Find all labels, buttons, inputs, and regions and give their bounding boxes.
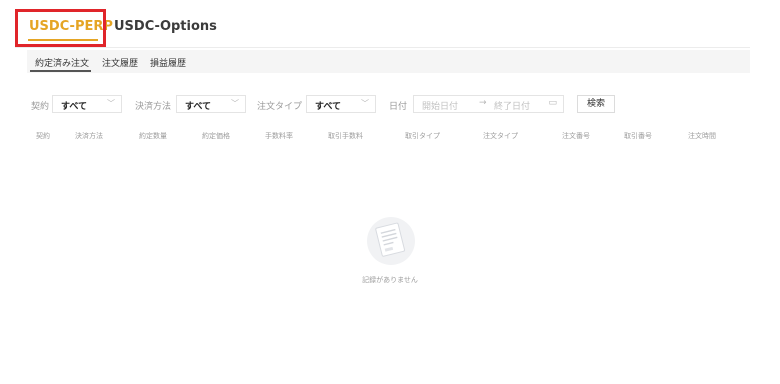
chevron-down-icon: ﹀: [361, 99, 369, 108]
column-header-filled-price: 約定価格: [202, 132, 230, 140]
tab-divider: [15, 47, 750, 48]
arrow-right-icon: →: [479, 98, 487, 108]
date-filter-label: 日付: [389, 102, 408, 112]
chevron-down-icon: ﹀: [231, 99, 239, 108]
subtab-pnl-history[interactable]: 損益履歴: [150, 56, 186, 69]
column-header-order-type: 注文タイプ: [483, 132, 518, 140]
column-header-order-id: 注文番号: [562, 132, 590, 140]
order-type-filter-label: 注文タイプ: [257, 102, 303, 112]
calendar-icon[interactable]: ▭: [548, 98, 557, 108]
column-header-trading-fee: 取引手数料: [328, 132, 363, 140]
date-range-picker[interactable]: 開始日付 → 終了日付 ▭: [413, 95, 564, 113]
column-header-contract: 契約: [36, 132, 50, 140]
order-type-select[interactable]: すべて ﹀: [306, 95, 376, 113]
highlight-box: [15, 9, 106, 47]
contract-select-value: すべて: [61, 102, 88, 112]
start-date-input[interactable]: 開始日付: [422, 99, 458, 112]
tab-usdc-options[interactable]: USDC-Options: [114, 19, 217, 34]
empty-document-icon: [367, 217, 415, 265]
column-header-trade-type: 取引タイプ: [405, 132, 440, 140]
column-header-settlement: 決済方法: [75, 132, 103, 140]
subtab-order-history[interactable]: 注文履歴: [102, 56, 138, 69]
settlement-select[interactable]: すべて ﹀: [176, 95, 246, 113]
subtab-filled-orders[interactable]: 約定済み注文: [35, 56, 89, 69]
contract-filter-label: 契約: [31, 102, 50, 112]
empty-state-text: 記録がありません: [362, 276, 418, 284]
contract-select[interactable]: すべて ﹀: [52, 95, 122, 113]
column-header-trade-id: 取引番号: [624, 132, 652, 140]
end-date-input[interactable]: 終了日付: [494, 99, 530, 112]
column-header-filled-qty: 約定数量: [139, 132, 167, 140]
settlement-filter-label: 決済方法: [135, 102, 172, 112]
settlement-select-value: すべて: [185, 102, 212, 112]
column-header-order-time: 注文時間: [688, 132, 716, 140]
active-subtab-indicator: [30, 70, 91, 72]
order-type-select-value: すべて: [315, 102, 342, 112]
chevron-down-icon: ﹀: [107, 99, 115, 108]
column-header-fee-rate: 手数料率: [265, 132, 293, 140]
search-button[interactable]: 検索: [577, 95, 615, 113]
